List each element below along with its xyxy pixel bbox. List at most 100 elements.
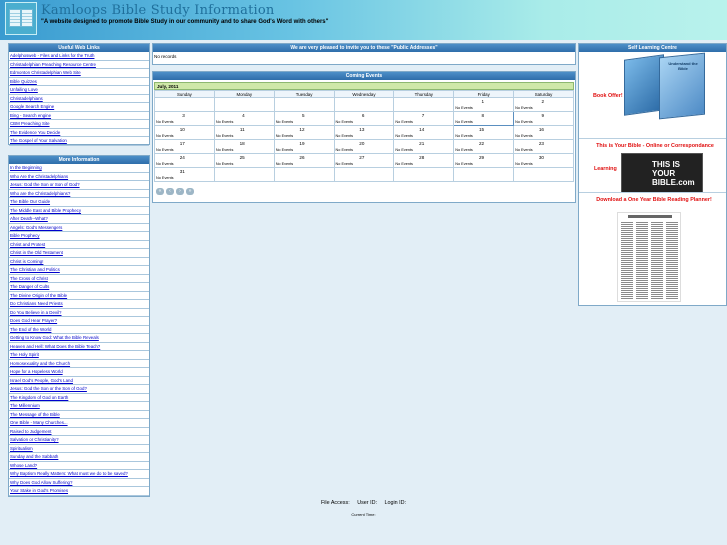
more-info-link[interactable]: The Middle East and Bible Prophecy	[9, 207, 149, 215]
more-info-link[interactable]: Why Baptism Really Matters: What must we…	[9, 470, 149, 479]
calendar-day-cell[interactable]: 15 No Events	[453, 125, 515, 140]
more-info-link[interactable]: Getting to Know God: What the Bible Reve…	[9, 334, 149, 343]
calendar-day-number[interactable]: 20	[359, 141, 364, 146]
calendar-day-cell[interactable]: 24 No Events	[154, 153, 215, 168]
useful-link[interactable]: Unfailing Love	[9, 86, 149, 95]
useful-link[interactable]: Christadelphian Preaching Resource Centr…	[9, 61, 149, 69]
calendar-day-number[interactable]: 10	[180, 127, 185, 132]
more-info-link[interactable]: The Christian and Politics	[9, 266, 149, 275]
calendar-day-cell[interactable]: 21 No Events	[393, 139, 455, 154]
more-info-link[interactable]: The Divine Origin of the Bible	[9, 292, 149, 300]
book-offer-label[interactable]: Book Offer!	[593, 93, 623, 99]
more-info-link[interactable]: After Death--What?	[9, 215, 149, 224]
useful-link[interactable]: The Evidence You Decide	[9, 129, 149, 137]
more-info-link[interactable]: Do Christians Need Priests	[9, 300, 149, 309]
calendar-day-cell[interactable]: 5 No Events	[273, 111, 335, 126]
more-info-link[interactable]: Israel God's People, God's Land	[9, 377, 149, 385]
useful-link[interactable]: Bible Quizzes	[9, 78, 149, 86]
previous-year-icon[interactable]: «	[156, 188, 164, 195]
calendar-day-number[interactable]: 5	[302, 113, 305, 118]
calendar-day-number[interactable]: 16	[539, 127, 544, 132]
calendar-day-cell[interactable]: 17 No Events	[154, 139, 215, 154]
calendar-day-cell[interactable]: 7 No Events	[393, 111, 455, 126]
calendar-day-number[interactable]: 18	[240, 141, 245, 146]
calendar-day-cell[interactable]: 23 No Events	[513, 139, 574, 154]
calendar-day-number[interactable]: 29	[479, 155, 484, 160]
calendar-day-cell[interactable]: 18 No Events	[213, 139, 275, 154]
more-info-link[interactable]: Jesus: God the Son or the Son of God?	[9, 385, 149, 394]
calendar-day-number[interactable]: 21	[419, 141, 424, 146]
calendar-day-cell[interactable]: 29 No Events	[453, 153, 515, 168]
reading-planner-image[interactable]	[617, 212, 681, 302]
more-info-link[interactable]: Your Stake in God's Promises	[9, 487, 149, 496]
calendar-day-number[interactable]: 8	[482, 113, 485, 118]
more-info-link[interactable]: The Danger of Cults	[9, 283, 149, 292]
more-info-link[interactable]: One Bible - Many Churches...	[9, 419, 149, 428]
book-offer-section[interactable]: Understand the Bible Book Offer!	[579, 52, 726, 137]
calendar-day-number[interactable]: 9	[541, 113, 544, 118]
calendar-day-number[interactable]: 25	[240, 155, 245, 160]
useful-link[interactable]: The Gospel of Your Salvation	[9, 137, 149, 146]
more-info-link[interactable]: The Holy Spirit	[9, 351, 149, 360]
useful-link[interactable]: Edmonton Christadelphian Web Site	[9, 69, 149, 78]
calendar-day-number[interactable]: 12	[299, 127, 304, 132]
more-info-link[interactable]: Spiritualism	[9, 445, 149, 453]
more-info-link[interactable]: Angels: God's Messengers	[9, 224, 149, 232]
more-info-link[interactable]: Who Are the Christadelphians	[9, 173, 149, 181]
calendar-day-cell[interactable]: 12 No Events	[273, 125, 335, 140]
more-info-link[interactable]: The Bible Our Guide	[9, 198, 149, 207]
calendar-day-number[interactable]: 1	[482, 99, 485, 104]
more-info-link[interactable]: Whose Land?	[9, 462, 149, 470]
calendar-day-cell[interactable]: 9 No Events	[513, 111, 574, 126]
useful-link[interactable]: Bing - Search engine	[9, 112, 149, 120]
calendar-day-number[interactable]: 23	[539, 141, 544, 146]
calendar-day-cell[interactable]: 28 No Events	[393, 153, 455, 168]
more-info-link[interactable]: Why Does God Allow Suffering?	[9, 479, 149, 487]
more-info-link[interactable]: Do You Believe in a Devil?	[9, 309, 149, 317]
more-info-link[interactable]: Who are the Christadelphians?	[9, 190, 149, 198]
more-info-link[interactable]: Bible Prophecy	[9, 232, 149, 241]
calendar-day-number[interactable]: 17	[180, 141, 185, 146]
more-info-link[interactable]: Jesus: God the Son or Son of God?	[9, 181, 149, 190]
more-info-link[interactable]: Hope for a Hopeless World	[9, 368, 149, 377]
calendar-day-cell[interactable]: 2 No Events	[513, 97, 574, 112]
calendar-day-number[interactable]: 13	[359, 127, 364, 132]
reading-planner-title[interactable]: Download a One Year Bible Reading Planne…	[583, 197, 725, 203]
calendar-day-cell[interactable]: 25 No Events	[213, 153, 275, 168]
calendar-day-number[interactable]: 3	[182, 113, 185, 118]
calendar-day-number[interactable]: 4	[242, 113, 245, 118]
next-month-icon[interactable]: ›	[176, 188, 184, 195]
more-info-link[interactable]: Christ is Coming!	[9, 258, 149, 266]
calendar-day-cell[interactable]: 26 No Events	[273, 153, 335, 168]
calendar-day-number[interactable]: 28	[419, 155, 424, 160]
calendar-day-cell[interactable]: 27 No Events	[333, 153, 395, 168]
calendar-day-cell[interactable]: 3 No Events	[154, 111, 215, 126]
calendar-day-number[interactable]: 31	[180, 169, 185, 174]
calendar-day-number[interactable]: 30	[539, 155, 544, 160]
calendar-day-cell[interactable]: 20 No Events	[333, 139, 395, 154]
calendar-day-number[interactable]: 11	[240, 127, 245, 132]
calendar-day-cell[interactable]: 16 No Events	[513, 125, 574, 140]
more-info-link[interactable]: In the Beginning	[9, 164, 149, 173]
calendar-day-cell[interactable]: 11 No Events	[213, 125, 275, 140]
site-logo[interactable]	[5, 2, 37, 35]
calendar-day-cell[interactable]: 10 No Events	[154, 125, 215, 140]
reading-planner-section[interactable]: Download a One Year Bible Reading Planne…	[579, 192, 726, 305]
calendar-day-number[interactable]: 14	[419, 127, 424, 132]
next-year-icon[interactable]: »	[186, 188, 194, 195]
calendar-day-number[interactable]: 7	[422, 113, 425, 118]
more-info-link[interactable]: Raised to Judgement	[9, 428, 149, 436]
useful-link[interactable]: Christadelphians	[9, 95, 149, 103]
calendar-day-number[interactable]: 15	[479, 127, 484, 132]
this-is-your-bible-image[interactable]: THIS IS YOUR BIBLE.com	[621, 153, 703, 193]
calendar-day-number[interactable]: 27	[359, 155, 364, 160]
calendar-day-cell[interactable]: 19 No Events	[273, 139, 335, 154]
previous-month-icon[interactable]: ‹	[166, 188, 174, 195]
useful-link[interactable]: Adelphosweb - Files and Links for the Tr…	[9, 52, 149, 61]
calendar-day-cell[interactable]: 22 No Events	[453, 139, 515, 154]
more-info-link[interactable]: The Kingdom of God on Earth	[9, 394, 149, 402]
bible-course-title[interactable]: This is Your Bible - Online or Correspon…	[585, 143, 725, 149]
more-info-link[interactable]: The End of the World	[9, 326, 149, 334]
calendar-day-cell[interactable]: 14 No Events	[393, 125, 455, 140]
calendar-day-number[interactable]: 26	[299, 155, 304, 160]
